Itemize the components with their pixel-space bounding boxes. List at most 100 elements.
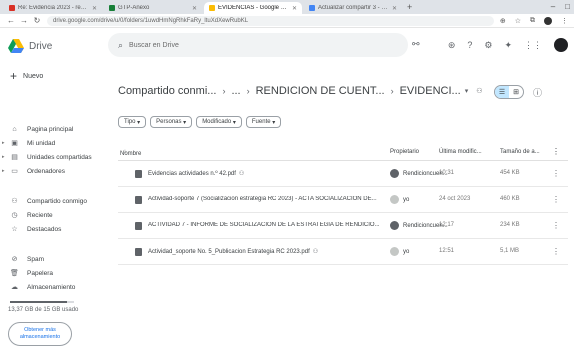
file-icon	[135, 196, 142, 204]
share-people-icon[interactable]: ⚇	[476, 87, 482, 95]
shared-icon: ⚇	[238, 171, 245, 177]
main-content: Compartido conmi... › ... › RENDICION DE…	[112, 64, 574, 355]
chevron-right-icon: ›	[222, 86, 226, 96]
address-bar-row: ← → ↻ drive.google.com/drive/u/0/folders…	[0, 14, 574, 28]
settings-gear-icon[interactable]: ⚙	[484, 40, 492, 51]
url-field[interactable]: drive.google.com/drive/u/0/folders/1uwdH…	[47, 15, 494, 26]
search-bar[interactable]: ⌕ Buscar en Drive	[108, 33, 408, 57]
file-name: Actividad_soporte No. 5_Publicacion Estr…	[148, 249, 310, 255]
storage-usage-text: 13,37 GB de 15 GB usado	[8, 307, 79, 313]
search-icon[interactable]: ⌕	[118, 40, 123, 51]
browser-tab-bar: Re: Evidencia 2023 - resumen de la... ✕ …	[0, 0, 574, 14]
table-header: Nombre ↓ Propietario Última modific... T…	[118, 147, 568, 161]
breadcrumb-root[interactable]: Compartido conmi...	[118, 85, 216, 97]
breadcrumb-current[interactable]: EVIDENCI...	[400, 85, 461, 97]
expand-arrow-icon[interactable]: ▸	[2, 140, 5, 146]
column-header-owner[interactable]: Propietario	[390, 149, 419, 155]
browser-menu-icon[interactable]: ⋮	[561, 17, 568, 25]
filter-chip-modified[interactable]: Modificado ▾	[196, 116, 242, 128]
filter-chip-people[interactable]: Personas ▾	[150, 116, 193, 128]
expand-arrow-icon[interactable]: ▸	[2, 154, 5, 160]
get-more-storage-button[interactable]: Obtener más almacenamiento	[8, 322, 72, 346]
table-row[interactable]: Evidencias actividades n.º 42.pdf ⚇ Rendi…	[118, 161, 568, 187]
browser-tab-active[interactable]: EVIDENCIAS - Google Drive ✕	[204, 2, 302, 14]
grid-view-icon[interactable]: ⊞	[509, 86, 523, 98]
close-tab-icon[interactable]: ✕	[392, 5, 397, 12]
gemini-sparkle-icon[interactable]: ✦	[504, 40, 512, 51]
account-avatar[interactable]	[554, 38, 568, 52]
bookmark-star-icon[interactable]: ☆	[515, 17, 521, 25]
search-options-icon[interactable]: ⚯	[412, 39, 420, 50]
more-actions-icon[interactable]: ⋮	[552, 247, 560, 256]
table-row[interactable]: Actividad-soporte 7 (Socializacion estra…	[118, 187, 568, 213]
translate-icon[interactable]: ⊕	[500, 17, 506, 25]
expand-arrow-icon[interactable]: ▸	[2, 168, 5, 174]
file-modified: 10:31	[439, 170, 455, 176]
info-icon[interactable]: ⓘ	[533, 86, 542, 99]
more-actions-icon[interactable]: ⋮	[552, 169, 560, 178]
table-row[interactable]: Actividad_soporte No. 5_Publicacion Estr…	[118, 239, 568, 265]
sidebar-item-starred[interactable]: ☆ Destacados	[0, 223, 110, 235]
sidebar-item-shared-with-me[interactable]: ⚇ Compartido conmigo	[0, 195, 110, 207]
storage-bar	[10, 301, 74, 303]
column-header-modified[interactable]: Última modific...	[439, 149, 482, 155]
column-header-size[interactable]: Tamaño de a...	[500, 149, 540, 155]
new-tab-button[interactable]: +	[407, 2, 412, 14]
help-icon[interactable]: ?	[467, 40, 472, 50]
close-tab-icon[interactable]: ✕	[192, 5, 197, 12]
profile-avatar[interactable]	[544, 16, 552, 25]
maximize-icon[interactable]: □	[565, 2, 570, 11]
file-modified: 12:17	[439, 222, 455, 228]
owner-avatar	[390, 221, 399, 230]
sidebar: + Nuevo ⌂ Pagina principal ▸ ▣ Mi unidad…	[0, 64, 110, 355]
my-drive-icon: ▣	[11, 140, 18, 147]
sidebar-item-my-drive[interactable]: ▸ ▣ Mi unidad	[0, 137, 110, 149]
sidebar-item-recent[interactable]: ◷ Reciente	[0, 209, 110, 221]
owner-avatar	[390, 195, 399, 204]
file-icon	[135, 248, 142, 256]
close-tab-icon[interactable]: ✕	[292, 5, 297, 12]
file-size: 234 KB	[500, 222, 520, 228]
sidebar-item-computers[interactable]: ▸ ▭ Ordenadores	[0, 165, 110, 177]
forward-icon[interactable]: →	[19, 16, 29, 25]
column-options-icon[interactable]: ⋮	[552, 147, 560, 156]
browser-tab[interactable]: Re: Evidencia 2023 - resumen de la... ✕	[4, 2, 102, 14]
offline-status-icon[interactable]: ⊛	[448, 40, 456, 51]
file-owner: yo	[403, 196, 410, 203]
breadcrumb-folder[interactable]: RENDICION DE CUENT...	[256, 85, 385, 97]
table-row[interactable]: ACTIVIDAD 7 - INFORME DE SOCIALIZACION D…	[118, 213, 568, 239]
chevron-right-icon: ›	[390, 86, 394, 96]
file-size: 460 KB	[500, 196, 520, 202]
folder-menu-chevron-icon[interactable]: ▾	[465, 87, 469, 95]
column-header-name[interactable]: Nombre ↓	[120, 149, 141, 157]
sidebar-item-home[interactable]: ⌂ Pagina principal	[0, 123, 110, 135]
back-icon[interactable]: ←	[6, 16, 16, 25]
browser-tab[interactable]: Actualizar compartir 3 - Pan... ✕	[304, 2, 402, 14]
filter-chip-type[interactable]: Tipo ▾	[118, 116, 147, 128]
shared-icon: ⚇	[312, 249, 319, 255]
new-button[interactable]: + Nuevo	[6, 66, 54, 86]
file-size: 454 KB	[500, 170, 520, 176]
filter-chips: Tipo ▾ Personas ▾ Modificado ▾ Fuente ▾	[118, 116, 282, 128]
apps-grid-icon[interactable]: ⋮⋮	[524, 40, 542, 51]
list-view-icon[interactable]: ☰	[495, 86, 509, 98]
close-tab-icon[interactable]: ✕	[92, 5, 97, 12]
sidebar-item-trash[interactable]: 🗑 Papelera	[0, 267, 110, 279]
reload-icon[interactable]: ↻	[32, 16, 42, 25]
sidebar-item-storage[interactable]: ☁ Almacenamiento	[0, 281, 110, 293]
more-actions-icon[interactable]: ⋮	[552, 195, 560, 204]
search-input[interactable]: Buscar en Drive	[129, 42, 179, 49]
recent-icon: ◷	[11, 212, 18, 219]
file-icon	[135, 222, 142, 230]
extensions-icon[interactable]: ⧉	[530, 17, 535, 25]
drive-logo[interactable]: Drive	[8, 39, 98, 53]
file-name: Evidencias actividades n.º 42.pdf	[148, 171, 236, 177]
sidebar-item-shared-drives[interactable]: ▸ ▤ Unidades compartidas	[0, 151, 110, 163]
cloud-storage-icon: ☁	[11, 284, 18, 291]
minimize-icon[interactable]: –	[551, 2, 555, 11]
more-actions-icon[interactable]: ⋮	[552, 221, 560, 230]
breadcrumb-ellipsis[interactable]: ...	[231, 85, 240, 97]
sidebar-item-spam[interactable]: ⊘ Spam	[0, 253, 110, 265]
filter-chip-source[interactable]: Fuente ▾	[245, 116, 282, 128]
browser-tab[interactable]: GTP-Anexo ✕	[104, 2, 202, 14]
